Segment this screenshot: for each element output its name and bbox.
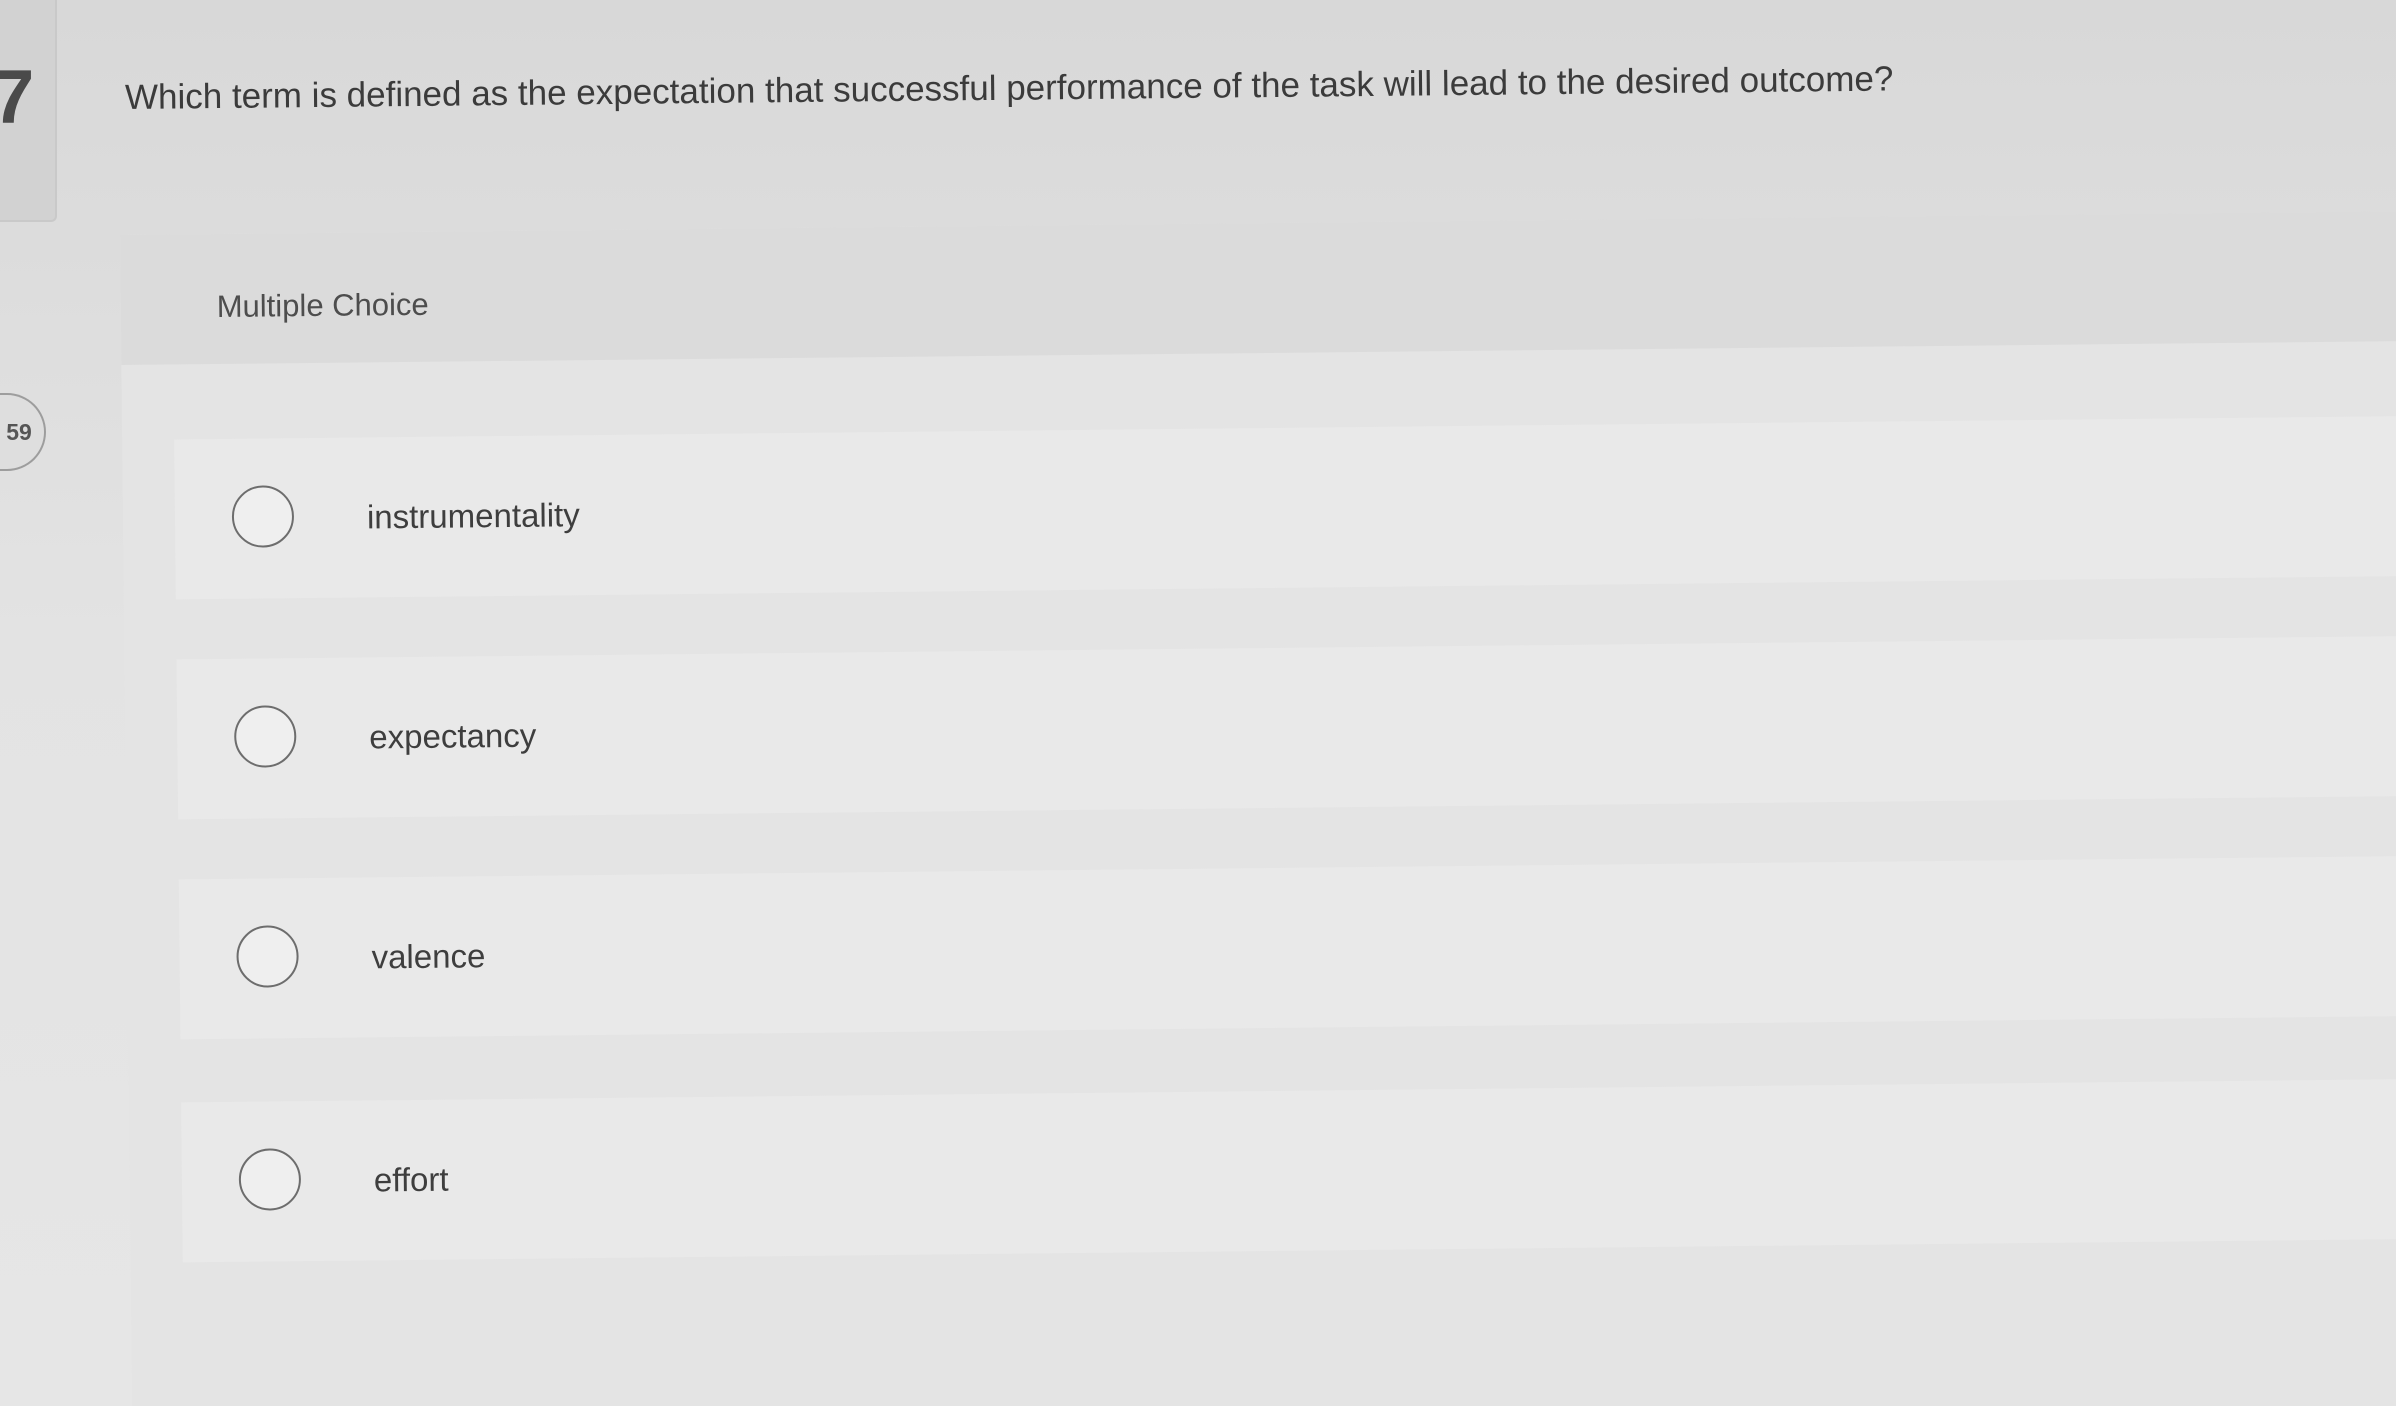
points-value: 59: [6, 418, 32, 445]
radio-button[interactable]: [236, 925, 299, 988]
quiz-page: 7 59 Which term is defined as the expect…: [0, 0, 2396, 1406]
answer-option-label: expectancy: [369, 716, 537, 756]
radio-button[interactable]: [238, 1148, 302, 1211]
question-type-label: Multiple Choice: [216, 286, 429, 324]
answer-option-valence[interactable]: valence: [178, 855, 2396, 1040]
answer-option-label: instrumentality: [366, 496, 580, 536]
answer-option-effort[interactable]: effort: [181, 1078, 2396, 1263]
answer-panel: Multiple Choice instrumentality expectan…: [120, 211, 2396, 1406]
answer-option-instrumentality[interactable]: instrumentality: [174, 415, 2396, 600]
question-number: 7: [0, 55, 35, 140]
answer-option-label: effort: [373, 1160, 449, 1199]
answer-option-label: valence: [371, 937, 486, 976]
radio-button[interactable]: [231, 485, 295, 548]
answer-option-expectancy[interactable]: expectancy: [176, 635, 2396, 820]
question-prompt: Which term is defined as the expectation…: [124, 59, 1894, 117]
answer-panel-header: Multiple Choice: [120, 211, 2396, 365]
question-nav-rail[interactable]: 7: [0, 0, 57, 222]
points-badge: 59: [0, 393, 46, 471]
radio-button[interactable]: [233, 705, 297, 768]
